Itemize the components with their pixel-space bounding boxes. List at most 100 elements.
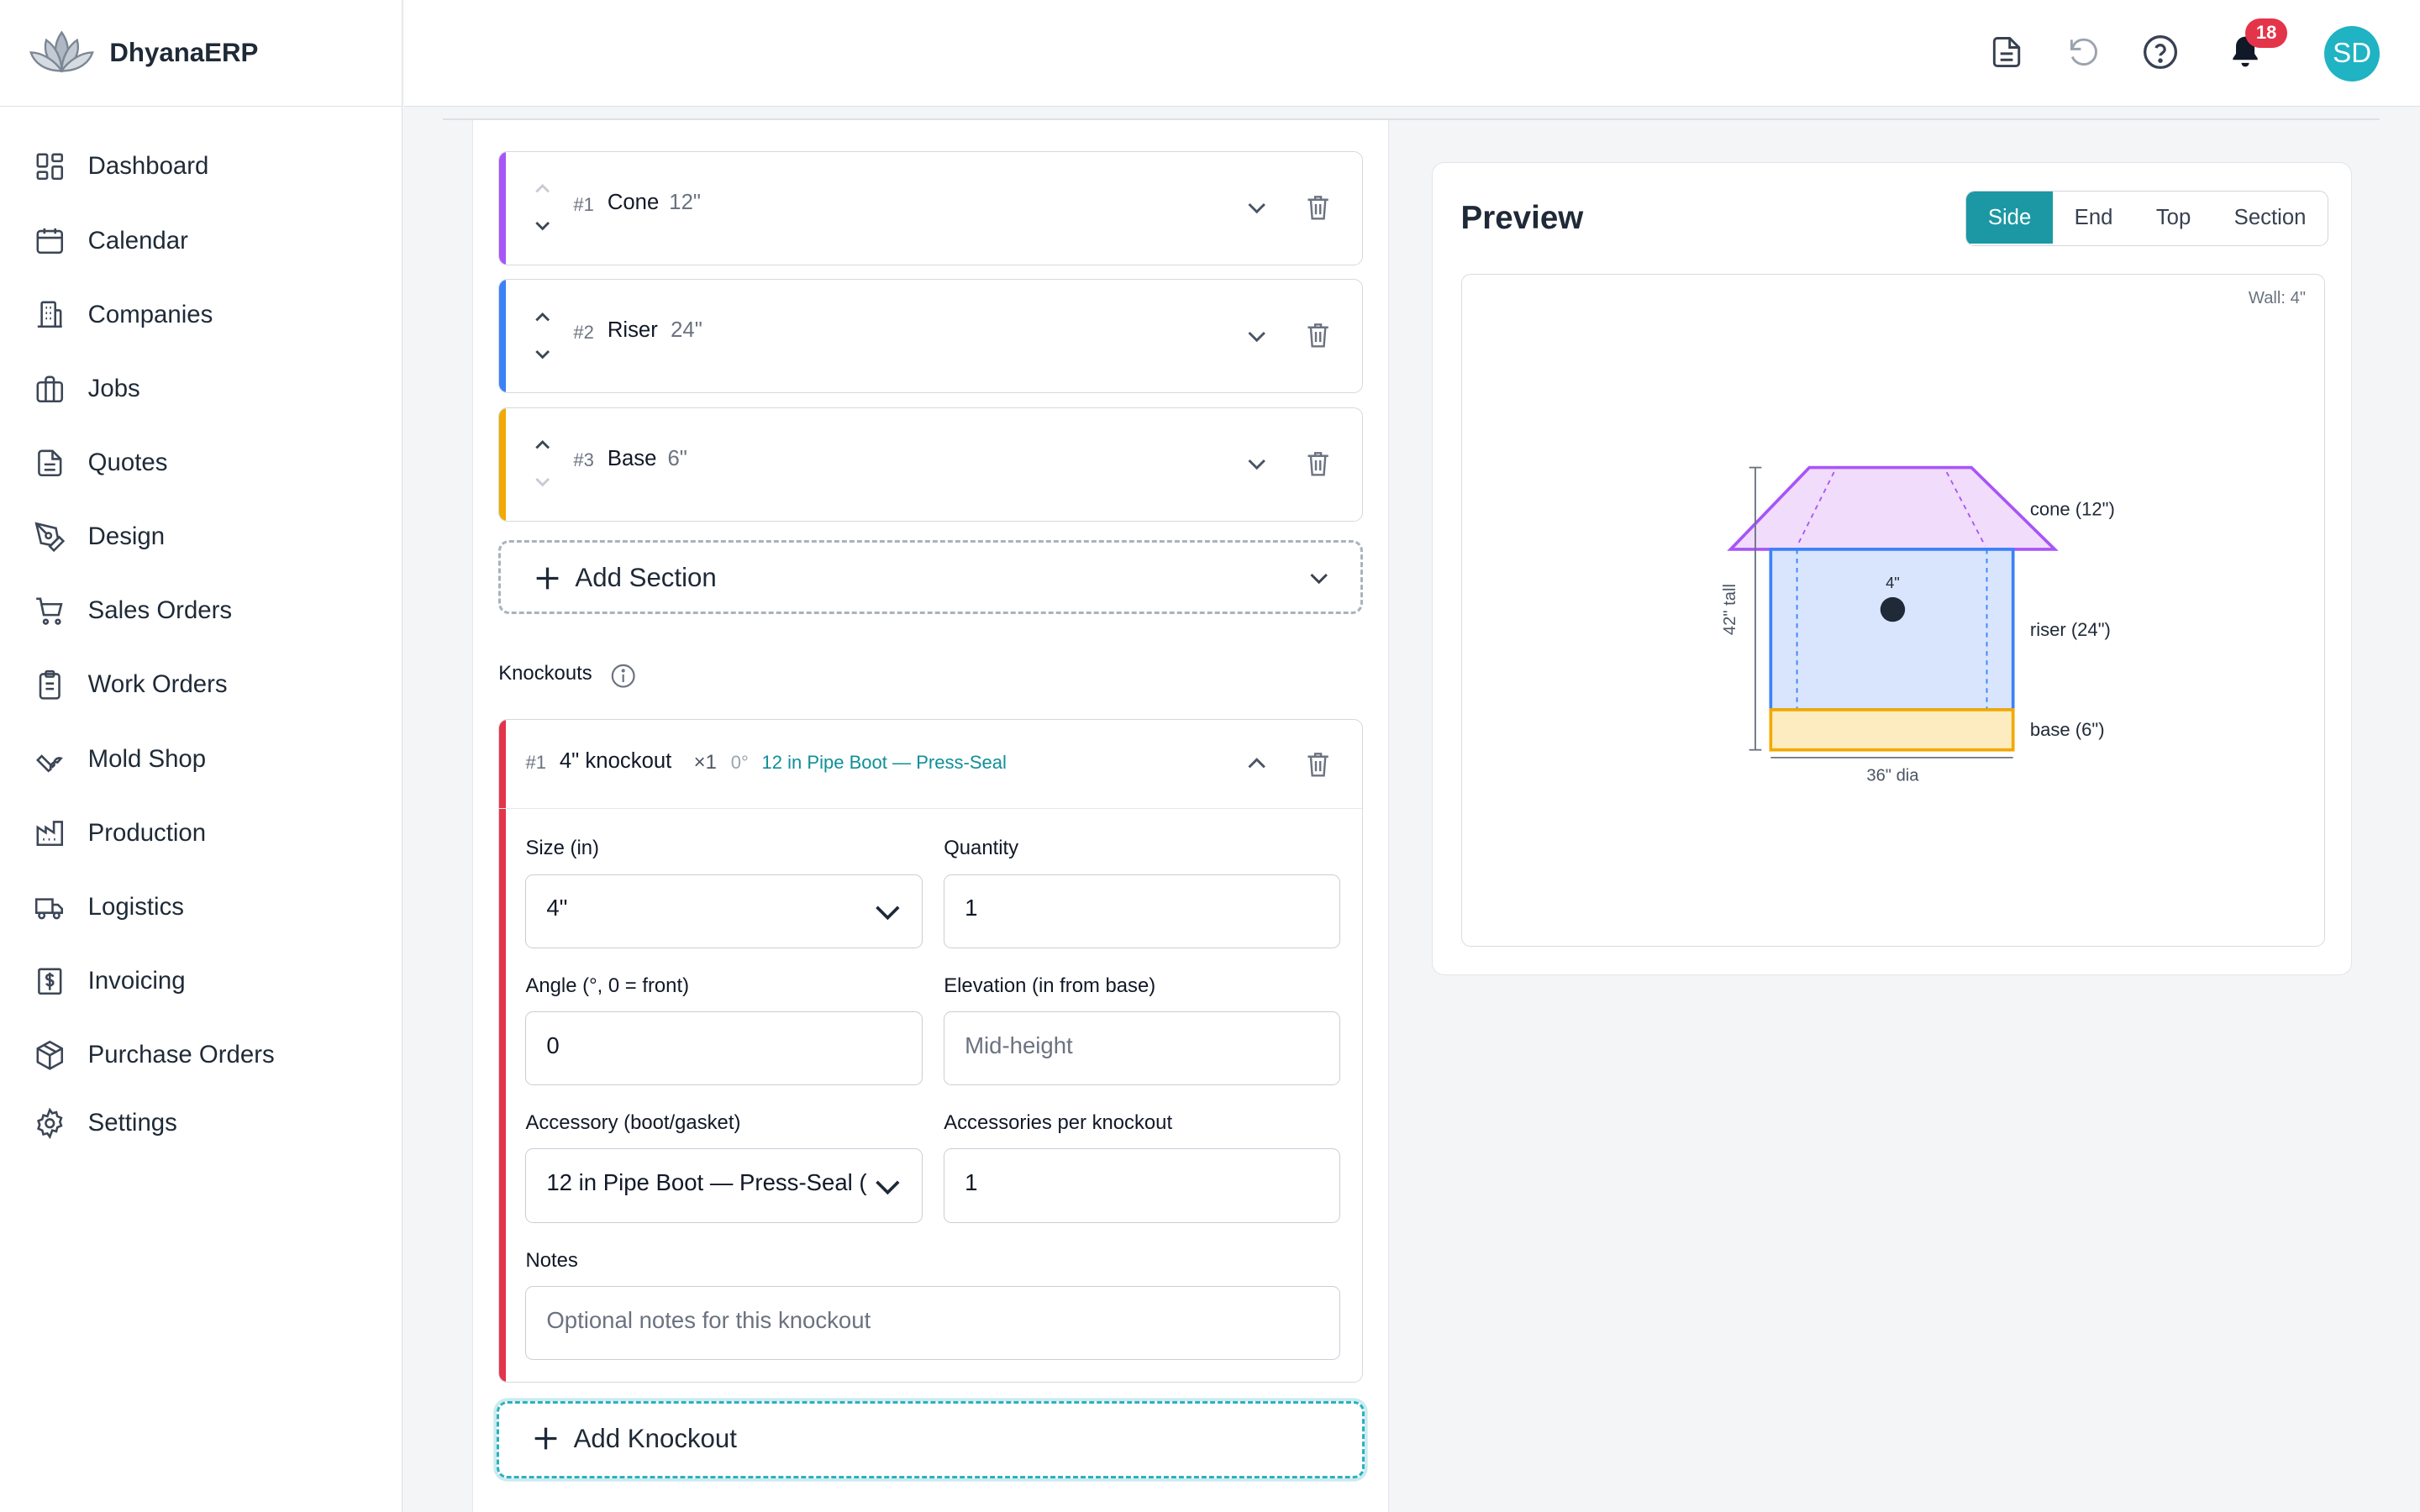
trash-icon[interactable] — [1305, 320, 1331, 349]
knockout-card: #1 4" knockout ×1 0° 12 in Pipe Boot — P… — [498, 718, 1363, 1383]
add-section-button[interactable]: Add Section — [498, 539, 1363, 614]
quantity-input[interactable]: 1 — [944, 874, 1341, 948]
sidebar-item-label: Purchase Orders — [87, 1041, 275, 1069]
brand-name: DhyanaERP — [109, 37, 259, 67]
notes-label: Notes — [525, 1248, 578, 1272]
section-number: #3 — [573, 449, 594, 471]
size-label: Size (in) — [525, 837, 599, 860]
quantity-label: Quantity — [944, 837, 1019, 860]
per-knockout-input[interactable]: 1 — [944, 1148, 1341, 1223]
sidebar-item-work-orders[interactable]: Work Orders — [0, 648, 402, 722]
undo-icon[interactable] — [2065, 34, 2102, 71]
sidebar-item-dashboard[interactable]: Dashboard — [0, 129, 402, 203]
section-card-riser[interactable]: #2 Riser 24" — [498, 279, 1363, 394]
tab-top[interactable]: Top — [2134, 192, 2212, 244]
wrench-icon — [36, 754, 64, 773]
briefcase-icon — [36, 375, 64, 402]
knockout-size-label: 4" — [1886, 574, 1900, 591]
sidebar-item-production[interactable]: Production — [0, 796, 402, 870]
add-knockout-button[interactable]: Add Knockout — [497, 1400, 1365, 1478]
angle-label: Angle (°, 0 = front) — [525, 974, 690, 997]
knockout-color-bar — [499, 719, 506, 1382]
tab-side[interactable]: Side — [1966, 191, 2053, 244]
section-size: 6" — [667, 446, 687, 470]
section-size: 24" — [671, 318, 702, 343]
sidebar-item-design[interactable]: Design — [0, 500, 402, 574]
section-card-base[interactable]: #3 Base 6" — [498, 407, 1363, 522]
trash-icon[interactable] — [1305, 192, 1331, 222]
per-knockout-label: Accessories per knockout — [944, 1111, 1173, 1135]
trash-icon[interactable] — [1305, 749, 1331, 779]
chevron-down-icon[interactable] — [530, 470, 555, 494]
angle-input[interactable]: 0 — [525, 1011, 923, 1086]
knockout-accessory: 12 in Pipe Boot — Press-Seal — [761, 752, 1007, 774]
cart-icon — [36, 597, 63, 625]
sidebar-item-logistics[interactable]: Logistics — [0, 870, 402, 944]
expand-chevron-icon[interactable] — [1244, 323, 1269, 348]
section-color-bar — [499, 151, 506, 265]
sidebar-item-mold-shop[interactable]: Mold Shop — [0, 722, 402, 796]
section-number: #1 — [573, 193, 594, 215]
section-color-bar — [499, 280, 506, 393]
help-icon[interactable] — [2142, 34, 2179, 71]
section-card-cone[interactable]: #1 Cone 12" — [498, 150, 1363, 265]
chevron-up-icon[interactable] — [530, 176, 555, 201]
accessory-value: 12 in Pipe Boot — Press-Seal ( — [546, 1169, 867, 1196]
avatar[interactable]: SD — [2324, 26, 2381, 82]
chevron-down-icon[interactable] — [530, 213, 555, 238]
elevation-placeholder: Mid-height — [965, 1032, 1073, 1058]
sidebar-item-sales-orders[interactable]: Sales Orders — [0, 574, 402, 648]
expand-chevron-icon[interactable] — [1244, 451, 1269, 475]
notes-input[interactable]: Optional notes for this knockout — [525, 1285, 1341, 1361]
view-toggle: Side End Top Section — [1965, 190, 2329, 246]
knockout-header[interactable]: #1 4" knockout ×1 0° 12 in Pipe Boot — P… — [499, 720, 1362, 810]
lotus-logo-icon — [29, 30, 94, 73]
sidebar-item-label: Quotes — [87, 448, 168, 476]
sidebar-item-calendar[interactable]: Calendar — [0, 203, 402, 277]
sidebar-item-settings[interactable]: Settings — [0, 1092, 402, 1153]
trash-icon[interactable] — [1305, 449, 1331, 478]
plus-icon — [534, 1428, 557, 1450]
sidebar-item-label: Design — [87, 522, 166, 551]
chevron-up-icon[interactable] — [530, 433, 555, 457]
info-icon[interactable] — [611, 664, 635, 688]
package-icon — [36, 1040, 64, 1070]
brand[interactable]: DhyanaERP — [0, 0, 402, 107]
notes-placeholder: Optional notes for this knockout — [546, 1306, 871, 1333]
sidebar-item-jobs[interactable]: Jobs — [0, 352, 402, 426]
factory-icon — [36, 821, 64, 847]
size-value: 4" — [546, 895, 568, 921]
accessory-select[interactable]: 12 in Pipe Boot — Press-Seal ( — [525, 1148, 923, 1223]
sidebar-item-invoicing[interactable]: Invoicing — [0, 944, 402, 1018]
document-icon[interactable] — [1988, 34, 2025, 71]
sidebar-item-quotes[interactable]: Quotes — [0, 426, 402, 500]
pen-tool-icon — [34, 522, 66, 553]
gear-icon — [37, 1107, 63, 1139]
section-name: Base — [607, 446, 657, 470]
sidebar-item-label: Calendar — [87, 226, 188, 255]
knockouts-heading: Knockouts — [498, 661, 592, 685]
sidebar-item-label: Production — [87, 818, 207, 847]
per-knockout-value: 1 — [965, 1169, 978, 1196]
chevron-up-icon[interactable] — [530, 305, 555, 329]
reorder-controls — [530, 302, 555, 370]
sidebar-item-label: Mold Shop — [87, 744, 207, 773]
sidebar-item-purchase-orders[interactable]: Purchase Orders — [0, 1018, 402, 1092]
invoice-icon — [38, 968, 62, 995]
size-select[interactable]: 4" — [525, 874, 923, 948]
preview-canvas: Wall: 4" 4" 42" tall 36" dia cone (12") … — [1460, 274, 2326, 947]
expand-chevron-icon[interactable] — [1244, 195, 1269, 219]
riser-label: riser (24") — [2029, 619, 2110, 640]
reorder-controls — [530, 430, 555, 498]
section-size: 12" — [669, 190, 701, 214]
plus-icon — [536, 567, 559, 589]
sidebar-item-companies[interactable]: Companies — [0, 278, 402, 352]
tab-section[interactable]: Section — [2212, 192, 2328, 244]
tab-end[interactable]: End — [2053, 192, 2134, 244]
collapse-chevron-icon[interactable] — [1244, 752, 1269, 776]
notification-badge: 18 — [2245, 18, 2287, 48]
sidebar-item-label: Sales Orders — [87, 596, 233, 625]
chevron-down-icon[interactable] — [530, 342, 555, 366]
knockout-title: 4" knockout — [559, 748, 672, 773]
elevation-input[interactable]: Mid-height — [944, 1011, 1341, 1086]
